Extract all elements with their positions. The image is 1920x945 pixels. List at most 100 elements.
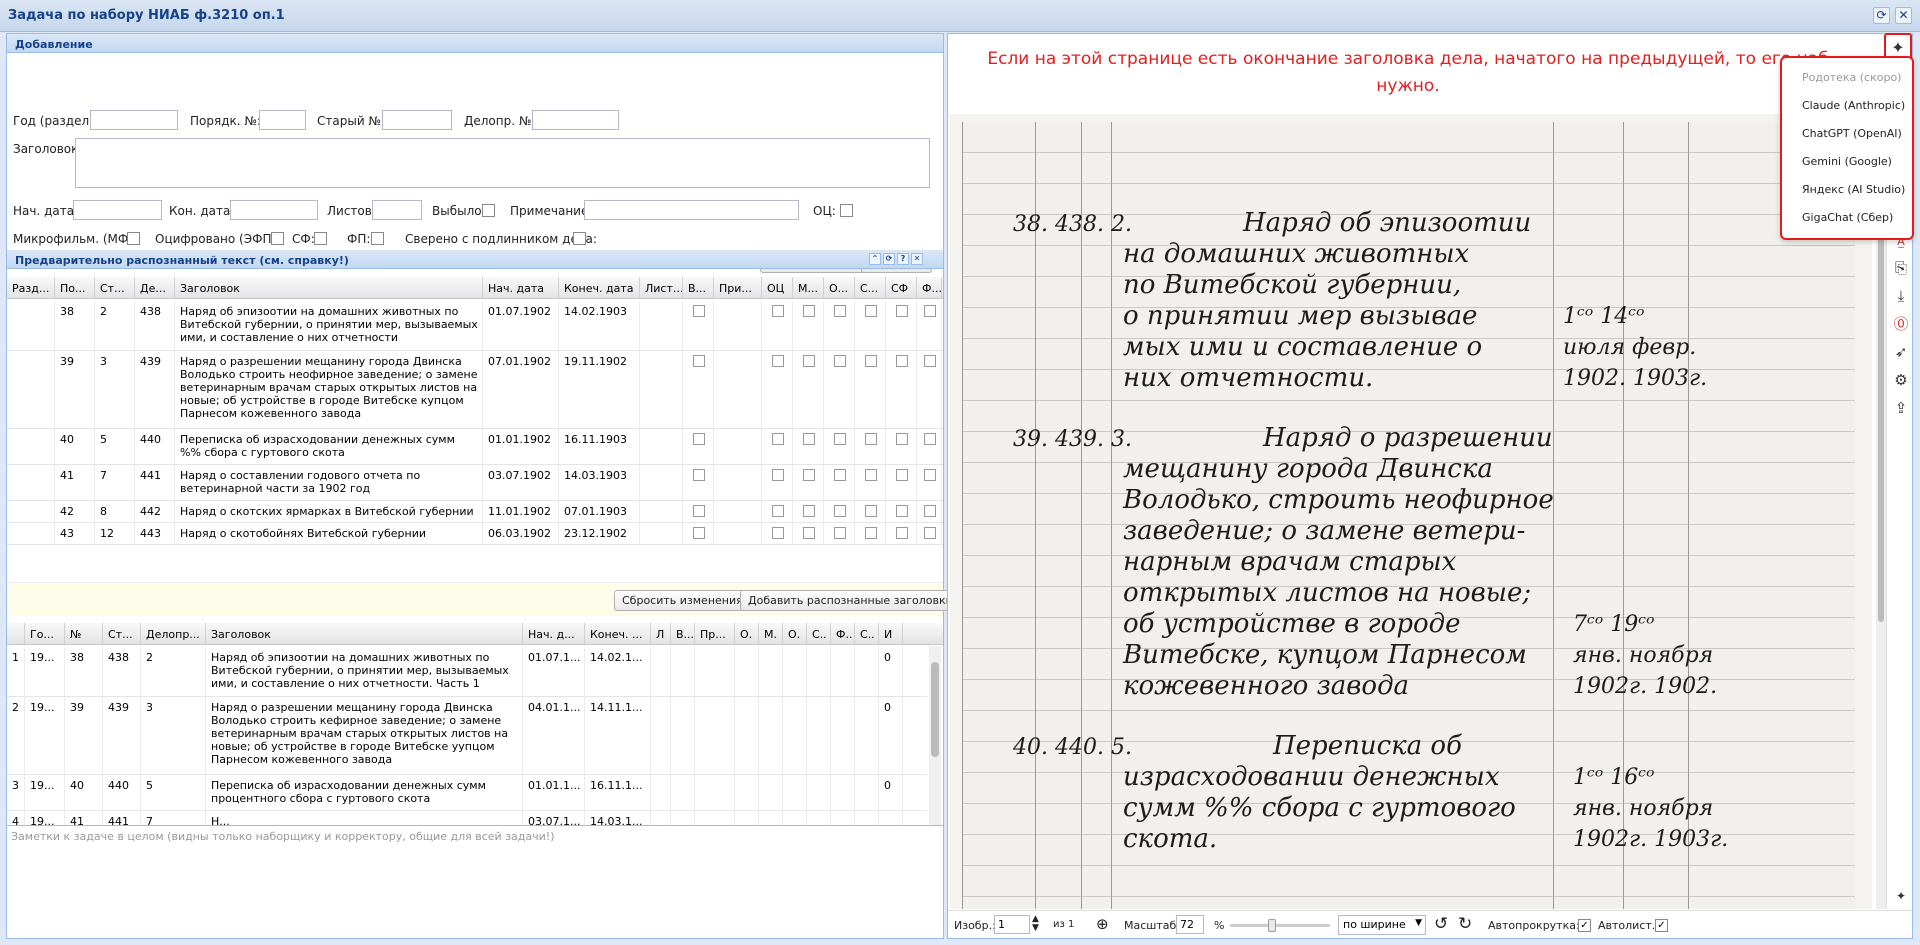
main-col-header[interactable]: Делопр... bbox=[141, 623, 206, 645]
menu-item-claude[interactable]: Claude (Anthropic) bbox=[1802, 99, 1905, 112]
recognized-col-header[interactable]: В... bbox=[683, 277, 714, 299]
row-checkbox[interactable] bbox=[693, 527, 705, 539]
start-date-input[interactable] bbox=[73, 200, 162, 220]
row-checkbox[interactable] bbox=[834, 527, 846, 539]
add-recognized-button[interactable]: Добавить распознанные заголовки bbox=[740, 590, 961, 611]
recognized-row[interactable]: 41 7 441 Наряд о составлении годового отчет… bbox=[7, 465, 943, 501]
main-col-header[interactable]: Ф.. bbox=[831, 623, 855, 645]
row-checkbox[interactable] bbox=[924, 305, 936, 317]
export-icon[interactable]: ⇪ bbox=[1891, 398, 1911, 418]
row-checkbox[interactable] bbox=[834, 355, 846, 367]
notes-area[interactable]: Заметки к задаче в целом (видны только н… bbox=[7, 825, 943, 938]
row-checkbox[interactable] bbox=[865, 469, 877, 481]
fit-mode-select[interactable]: по ширине ▼ bbox=[1338, 915, 1426, 935]
row-checkbox[interactable] bbox=[693, 305, 705, 317]
menu-item-chatgpt[interactable]: ChatGPT (OpenAI) bbox=[1802, 127, 1902, 140]
main-grid-row[interactable]: 3 19... 40 440 5 Переписка об израсходовании … bbox=[7, 775, 927, 811]
collapse-icon[interactable]: ⌃ bbox=[869, 253, 881, 265]
row-checkbox[interactable] bbox=[865, 505, 877, 517]
row-checkbox[interactable] bbox=[693, 469, 705, 481]
row-checkbox[interactable] bbox=[772, 305, 784, 317]
year-input[interactable] bbox=[90, 110, 178, 130]
main-col-header[interactable]: № bbox=[65, 623, 103, 645]
main-col-header[interactable]: Л bbox=[651, 623, 671, 645]
recognized-row[interactable]: 40 5 440 Переписка об израсходовании денежн… bbox=[7, 429, 943, 465]
main-col-header[interactable]: Конеч. ... bbox=[585, 623, 651, 645]
recognized-row[interactable]: 42 8 442 Наряд о скотских ярмарках в Витебс… bbox=[7, 501, 943, 523]
recognized-col-header[interactable]: При... bbox=[714, 277, 762, 299]
recognized-row[interactable]: 38 2 438 Наряд об эпизоотии на домашних жив… bbox=[7, 301, 943, 351]
recognized-col-header[interactable]: СФ bbox=[886, 277, 917, 299]
main-col-header[interactable]: О. bbox=[735, 623, 759, 645]
zoom-input[interactable]: 72 bbox=[1176, 915, 1204, 934]
row-checkbox[interactable] bbox=[924, 355, 936, 367]
row-checkbox[interactable] bbox=[896, 527, 908, 539]
row-checkbox[interactable] bbox=[803, 469, 815, 481]
autoscroll-checkbox[interactable]: ✓ bbox=[1578, 919, 1591, 932]
fp-checkbox[interactable] bbox=[371, 232, 384, 245]
row-checkbox[interactable] bbox=[772, 433, 784, 445]
refresh-small-icon[interactable]: ⟳ bbox=[883, 253, 895, 265]
main-col-header[interactable]: С.. bbox=[855, 623, 879, 645]
row-checkbox[interactable] bbox=[803, 527, 815, 539]
digitized-checkbox[interactable] bbox=[271, 232, 284, 245]
rotate-left-icon[interactable]: ↺ bbox=[1434, 914, 1448, 934]
recognized-row[interactable]: 43 12 443 Наряд о скотобойнях Витебской губ… bbox=[7, 523, 943, 545]
recognized-col-header[interactable]: ОЦ bbox=[762, 277, 793, 299]
row-checkbox[interactable] bbox=[834, 505, 846, 517]
row-checkbox[interactable] bbox=[896, 469, 908, 481]
recognized-col-header[interactable]: По... bbox=[55, 277, 95, 299]
recognized-col-header[interactable]: Ст... bbox=[95, 277, 135, 299]
row-checkbox[interactable] bbox=[896, 305, 908, 317]
counter-icon[interactable]: ⓪ bbox=[1891, 314, 1911, 334]
recognized-col-header[interactable]: Разд... bbox=[7, 277, 55, 299]
menu-item-gemini[interactable]: Gemini (Google) bbox=[1802, 155, 1892, 168]
dropped-checkbox[interactable] bbox=[482, 204, 495, 217]
note-input[interactable] bbox=[584, 200, 799, 220]
settings-icon[interactable]: ⚙ bbox=[1891, 370, 1911, 390]
old-number-input[interactable] bbox=[382, 110, 452, 130]
close-small-icon[interactable]: ✕ bbox=[911, 253, 923, 265]
row-checkbox[interactable] bbox=[865, 305, 877, 317]
recognized-col-header[interactable]: Конеч. дата bbox=[559, 277, 640, 299]
main-grid-row[interactable]: 1 19... 38 438 2 Наряд об эпизоотии на домашн… bbox=[7, 647, 927, 697]
main-col-header[interactable]: Нач. д... bbox=[523, 623, 585, 645]
scrollbar-thumb[interactable] bbox=[931, 662, 939, 757]
recognized-col-header[interactable]: С... bbox=[855, 277, 886, 299]
row-checkbox[interactable] bbox=[924, 469, 936, 481]
main-col-header[interactable]: М. bbox=[759, 623, 783, 645]
recognized-row[interactable]: 39 3 439 Наряд о разрешении мещанину города… bbox=[7, 351, 943, 429]
recognized-col-header[interactable]: Де... bbox=[135, 277, 175, 299]
recognized-col-header[interactable]: Лист... bbox=[640, 277, 683, 299]
main-col-header[interactable]: Заголовок bbox=[206, 623, 523, 645]
row-checkbox[interactable] bbox=[834, 433, 846, 445]
row-checkbox[interactable] bbox=[803, 505, 815, 517]
row-checkbox[interactable] bbox=[803, 433, 815, 445]
main-col-header[interactable]: Го... bbox=[25, 623, 65, 645]
row-checkbox[interactable] bbox=[865, 433, 877, 445]
row-checkbox[interactable] bbox=[772, 355, 784, 367]
recognized-col-header[interactable]: Нач. дата bbox=[483, 277, 559, 299]
download-icon[interactable]: ⤓ bbox=[1891, 286, 1911, 306]
order-input[interactable] bbox=[259, 110, 306, 130]
main-col-header[interactable]: С.. bbox=[807, 623, 831, 645]
sheets-input[interactable] bbox=[372, 200, 422, 220]
row-checkbox[interactable] bbox=[865, 527, 877, 539]
row-checkbox[interactable] bbox=[896, 355, 908, 367]
zoom-slider[interactable] bbox=[1230, 919, 1330, 932]
row-checkbox[interactable] bbox=[896, 505, 908, 517]
main-grid-row[interactable]: 2 19... 39 439 3 Наряд о разрешении мещанину … bbox=[7, 697, 927, 775]
fit-one-icon[interactable]: ⊕ bbox=[1096, 915, 1109, 933]
main-col-header[interactable]: Пр... bbox=[695, 623, 735, 645]
rotate-right-icon[interactable]: ↻ bbox=[1458, 914, 1472, 934]
recognized-col-header[interactable]: О... bbox=[824, 277, 855, 299]
image-spinner-icon[interactable]: ▲ ▼ bbox=[1032, 915, 1039, 933]
verified-checkbox[interactable] bbox=[573, 232, 586, 245]
end-date-input[interactable] bbox=[230, 200, 318, 220]
row-checkbox[interactable] bbox=[803, 355, 815, 367]
oc-checkbox[interactable] bbox=[840, 204, 853, 217]
main-col-header[interactable]: В... bbox=[671, 623, 695, 645]
row-checkbox[interactable] bbox=[693, 355, 705, 367]
row-checkbox[interactable] bbox=[772, 469, 784, 481]
row-checkbox[interactable] bbox=[772, 527, 784, 539]
